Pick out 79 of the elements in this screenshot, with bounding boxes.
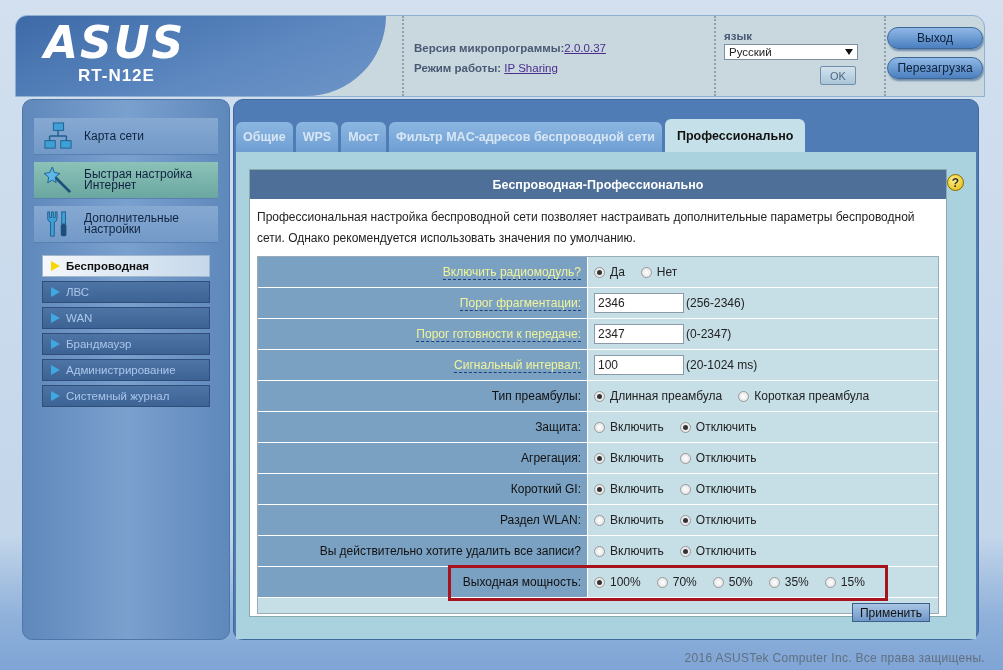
dropdown-arrow-icon[interactable]: [845, 49, 853, 55]
radio-button[interactable]: [679, 545, 691, 557]
arrow-icon: [51, 313, 60, 323]
setting-label: Выходная мощность:: [462, 575, 581, 589]
radio-option[interactable]: Включить: [594, 420, 664, 434]
arrow-icon: [51, 339, 60, 349]
setting-label: Вы действительно хотите удалить все записи?: [319, 544, 581, 558]
radio-option[interactable]: Нет: [640, 265, 678, 279]
language-dropdown[interactable]: Русский: [724, 44, 858, 60]
range-hint: (20-1024 ms): [686, 358, 758, 372]
menu-item[interactable]: Дополнительные настройки: [34, 206, 218, 243]
radio-button[interactable]: [594, 421, 605, 433]
arrow-icon: [51, 391, 60, 401]
radio-option[interactable]: 15%: [824, 575, 865, 589]
firmware-link[interactable]: 2.0.0.37: [564, 42, 606, 54]
input-field[interactable]: 2346: [594, 293, 684, 313]
radio-option[interactable]: Длинная преамбула: [594, 389, 723, 403]
radio-option[interactable]: 35%: [768, 575, 809, 589]
radio-option[interactable]: Включить: [594, 544, 664, 558]
radio-button[interactable]: [594, 514, 605, 526]
radio-button[interactable]: [594, 545, 605, 557]
arrow-icon: [51, 365, 60, 375]
tab[interactable]: Профессионально: [665, 119, 806, 152]
submenu-item[interactable]: Беспроводная: [42, 255, 210, 277]
arrow-icon: [51, 261, 60, 271]
radio-button[interactable]: [594, 576, 605, 588]
magic-wand-icon: [44, 166, 72, 194]
radio-button[interactable]: [712, 576, 724, 588]
radio-option[interactable]: Отключить: [679, 482, 757, 496]
radio-option[interactable]: Да: [594, 265, 625, 279]
copyright-text: 2016 ASUSTek Computer Inc. Все права защищены.: [684, 651, 985, 665]
apply-button[interactable]: Применить: [852, 603, 930, 622]
radio-option[interactable]: 50%: [712, 575, 753, 589]
radio-option[interactable]: Отключить: [679, 513, 757, 527]
mode-label: Режим работы: IP Sharing: [414, 62, 559, 74]
network-icon: [44, 122, 72, 150]
radio-option[interactable]: Отключить: [679, 451, 757, 465]
input-field[interactable]: 2347: [594, 324, 684, 344]
menu-item[interactable]: Быстрая настройка Интернет: [34, 162, 218, 199]
menu-item[interactable]: Карта сети: [34, 118, 218, 155]
range-hint: (0-2347): [686, 327, 732, 341]
header-button[interactable]: Перезагрузка: [887, 57, 983, 79]
description: Профессиональная настройка беспроводной сети позволяет настраивать дополнительные параметры беспроводной сети. Однако рекомендуется использовать значения по умолчанию.: [256, 209, 916, 247]
firmware-label: Версия микропрограммы:2.0.0.37: [414, 42, 607, 54]
radio-option[interactable]: Включить: [594, 482, 664, 496]
radio-button[interactable]: [824, 576, 836, 588]
setting-label: Агрегация:: [521, 451, 581, 465]
radio-button[interactable]: [656, 576, 668, 588]
setting-label: Тип преамбулы:: [491, 389, 581, 403]
range-hint: (256-2346): [686, 296, 745, 310]
radio-option[interactable]: Включить: [594, 513, 664, 527]
radio-option[interactable]: Отключить: [679, 420, 757, 434]
header-button[interactable]: Выход: [887, 27, 983, 49]
input-field[interactable]: 100: [594, 355, 684, 375]
radio-option[interactable]: Отключить: [679, 544, 757, 558]
radio-button[interactable]: [679, 483, 691, 495]
radio-button[interactable]: [679, 452, 691, 464]
language-label: язык: [724, 30, 753, 42]
radio-button[interactable]: [738, 390, 750, 402]
setting-label: Раздел WLAN:: [500, 513, 581, 527]
setting-label: Короткий GI:: [510, 482, 581, 496]
radio-option[interactable]: Короткая преамбула: [738, 389, 870, 403]
radio-option[interactable]: 100%: [594, 575, 641, 589]
radio-option[interactable]: 70%: [656, 575, 697, 589]
mode-link[interactable]: IP Sharing: [504, 62, 558, 74]
radio-button[interactable]: [679, 421, 691, 433]
radio-button[interactable]: [768, 576, 780, 588]
setting-label: Защита:: [535, 420, 581, 434]
model-name: RT-N12E: [78, 66, 155, 86]
radio-button[interactable]: [679, 514, 691, 526]
radio-option[interactable]: Включить: [594, 451, 664, 465]
radio-button[interactable]: [640, 266, 652, 278]
arrow-icon: [51, 287, 60, 297]
section-title: Беспроводная-Профессионально: [250, 170, 946, 199]
radio-button[interactable]: [594, 483, 605, 495]
radio-button[interactable]: [594, 266, 605, 278]
radio-button[interactable]: [594, 390, 605, 402]
help-icon[interactable]: ?: [947, 174, 964, 191]
radio-button[interactable]: [594, 452, 605, 464]
